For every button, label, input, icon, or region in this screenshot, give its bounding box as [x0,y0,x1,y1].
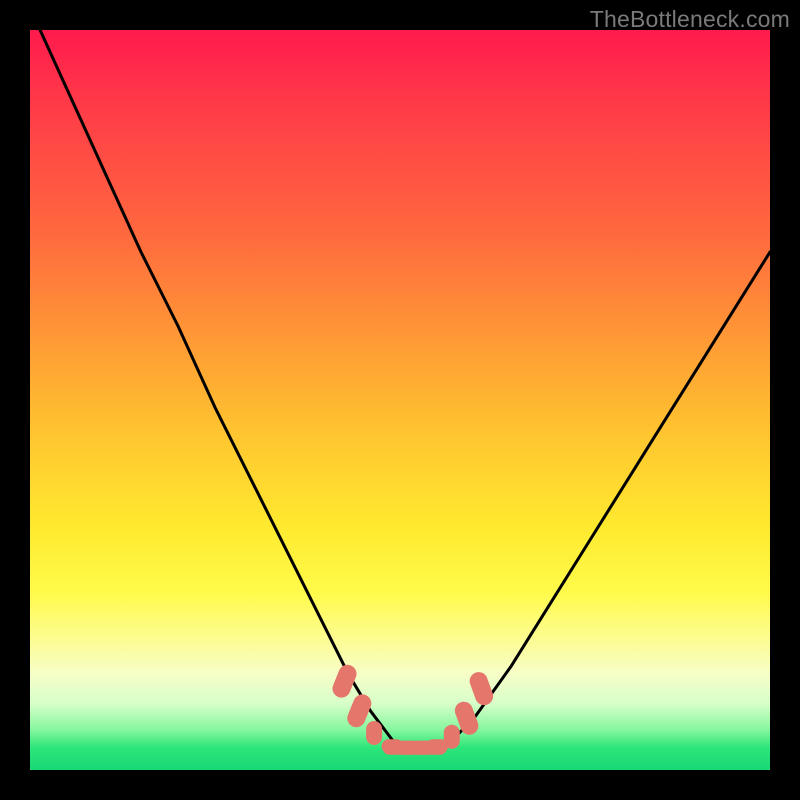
chart-frame: TheBottleneck.com [0,0,800,800]
bottleneck-curve-path [30,30,770,748]
valley-marker [467,670,496,708]
valley-marker [444,725,460,749]
plot-area [30,30,770,770]
valley-marker [330,662,359,700]
valley-marker [366,721,382,745]
valley-markers-group [330,662,496,755]
curve-svg [30,30,770,770]
watermark-text: TheBottleneck.com [590,6,790,33]
